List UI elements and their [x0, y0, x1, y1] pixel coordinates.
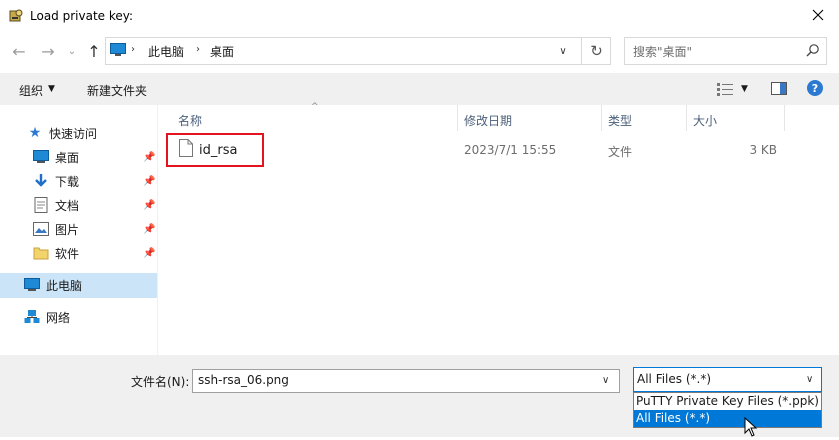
forward-button[interactable]: → [38, 41, 58, 61]
computer-icon [24, 277, 40, 293]
close-icon [812, 9, 824, 24]
mouse-cursor-icon [744, 416, 758, 437]
file-modified-date: 2023/7/1 15:55 [464, 143, 557, 157]
pane-divider[interactable] [157, 105, 158, 355]
recent-locations-button[interactable]: ⌄ [62, 41, 82, 61]
arrow-right-icon: → [41, 41, 55, 61]
sidebar-item-label: 快速访问 [49, 126, 98, 141]
breadcrumb-separator: › [131, 44, 135, 55]
file-size: 3 KB [749, 143, 777, 157]
chevron-down-icon: ∨ [559, 45, 567, 57]
window-title: Load private key: [30, 9, 134, 23]
pin-icon: 📌 [143, 200, 156, 211]
column-divider[interactable] [601, 105, 602, 131]
file-name[interactable]: id_rsa [199, 143, 237, 158]
file-icon [179, 139, 193, 157]
preview-pane-icon[interactable] [771, 81, 787, 97]
search-icon[interactable] [805, 43, 821, 59]
sidebar-item-label: 下载 [55, 174, 80, 189]
desktop-icon [33, 149, 49, 165]
column-divider[interactable] [686, 105, 687, 131]
sidebar-item-quick-access[interactable]: ★ 快速访问 [27, 122, 97, 144]
pin-icon: 📌 [143, 248, 156, 259]
sidebar-item-pictures[interactable]: 图片 [33, 218, 79, 240]
breadcrumb-desktop[interactable]: 桌面 [210, 43, 234, 60]
caret-down-icon[interactable]: ▼ [741, 84, 748, 94]
view-options-icon[interactable] [716, 81, 734, 97]
sidebar-item-this-pc[interactable]: 此电脑 [24, 274, 82, 296]
chevron-down-icon: ⌄ [67, 45, 77, 57]
column-divider[interactable] [457, 105, 458, 131]
sidebar-item-software[interactable]: 软件 [33, 242, 79, 264]
chevron-down-icon[interactable]: ∨ [806, 374, 813, 385]
breadcrumb-separator: › [196, 44, 200, 55]
file-type-selected: All Files (*.*) [637, 372, 712, 386]
help-icon[interactable]: ? [807, 80, 823, 96]
pin-icon: 📌 [143, 224, 156, 235]
back-button[interactable]: ← [9, 41, 29, 61]
file-type-option-all[interactable]: All Files (*.*) [634, 410, 821, 427]
pin-icon: 📌 [143, 176, 156, 187]
network-icon [24, 309, 40, 325]
filename-label: 文件名(N): [131, 375, 190, 389]
chevron-down-icon[interactable]: ∨ [602, 375, 609, 386]
search-placeholder: 搜索"桌面" [633, 45, 693, 59]
arrow-up-icon: ↑ [87, 41, 101, 61]
column-header-type[interactable]: 类型 [608, 112, 632, 129]
sort-ascending-icon: ^ [311, 102, 319, 112]
column-header-name[interactable]: 名称 [178, 112, 202, 129]
column-header-modified[interactable]: 修改日期 [464, 112, 512, 129]
pin-icon: 📌 [143, 152, 156, 163]
column-divider[interactable] [784, 105, 785, 131]
folder-icon [33, 245, 49, 261]
sidebar-item-documents[interactable]: 文档 [33, 194, 79, 216]
refresh-icon: ↻ [590, 42, 603, 60]
sidebar-item-label: 文档 [55, 198, 80, 213]
close-button[interactable] [796, 0, 839, 32]
sidebar-item-label: 图片 [55, 222, 80, 237]
breadcrumb-this-pc[interactable]: 此电脑 [148, 43, 184, 60]
computer-icon [110, 43, 126, 57]
organize-button[interactable]: 组织 [19, 82, 43, 99]
column-header-size[interactable]: 大小 [693, 112, 717, 129]
sidebar-item-network[interactable]: 网络 [24, 306, 70, 328]
new-folder-button[interactable]: 新建文件夹 [87, 82, 147, 99]
sidebar-item-label: 此电脑 [46, 278, 83, 293]
address-dropdown-button[interactable]: ∨ [546, 37, 580, 65]
file-type: 文件 [608, 145, 633, 159]
sidebar-item-label: 网络 [46, 310, 71, 325]
putty-key-icon [8, 8, 24, 24]
arrow-left-icon: ← [12, 41, 26, 61]
sidebar-item-label: 软件 [55, 246, 80, 261]
sidebar-item-desktop[interactable]: 桌面 [33, 146, 79, 168]
pictures-icon [33, 221, 49, 237]
caret-down-icon: ▼ [48, 84, 55, 94]
star-icon: ★ [28, 125, 42, 141]
file-type-option-ppk[interactable]: PuTTY Private Key Files (*.ppk) [634, 393, 821, 410]
up-button[interactable]: ↑ [84, 41, 104, 61]
download-icon [33, 173, 49, 189]
sidebar-item-label: 桌面 [55, 150, 80, 165]
sidebar-item-downloads[interactable]: 下载 [33, 170, 79, 192]
filename-value: ssh-rsa_06.png [198, 373, 289, 387]
refresh-button[interactable]: ↻ [581, 37, 611, 65]
document-icon [33, 197, 49, 213]
